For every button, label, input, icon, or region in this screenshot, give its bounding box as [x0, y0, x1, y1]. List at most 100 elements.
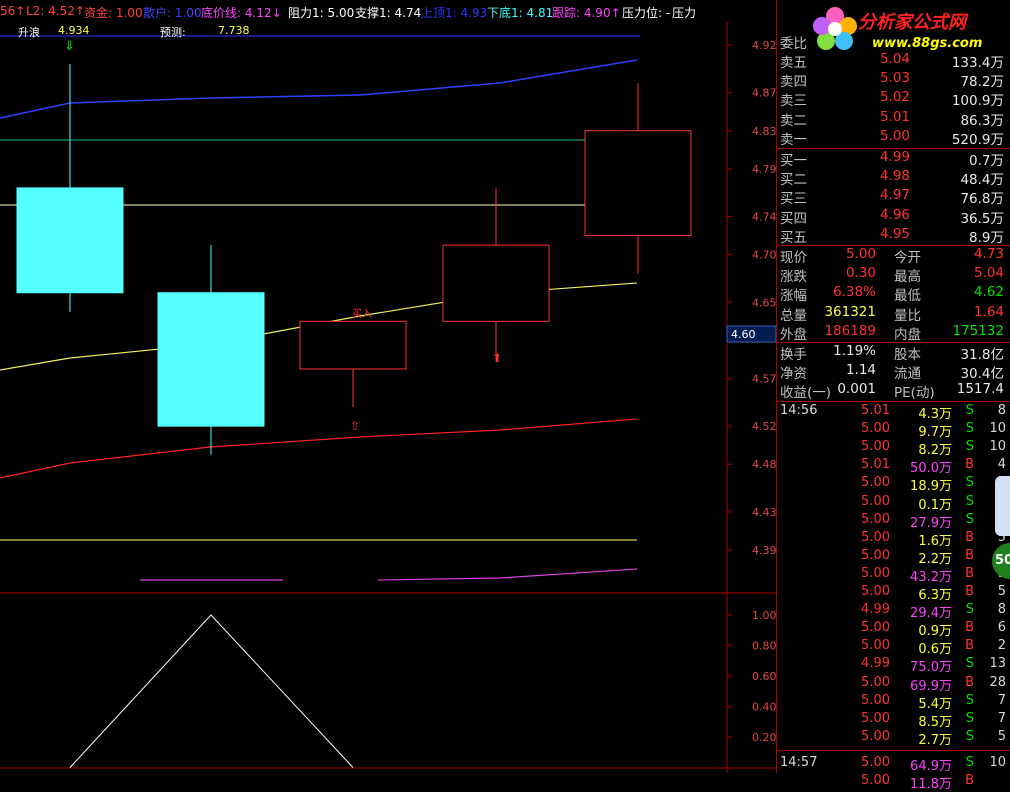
- price-tick-label: 4.74: [752, 211, 776, 224]
- candle-note-label: 买入: [352, 308, 372, 320]
- oscillator-line: [69, 614, 354, 768]
- indicator-item: 压力: [672, 6, 697, 20]
- stat-row: 涨幅 6.38% 最低 4.62: [780, 284, 1004, 305]
- row-volume: 86.3万: [960, 112, 1004, 129]
- indicator-item: 资金: 1.00: [84, 6, 143, 20]
- indicator-item: 56↑: [0, 4, 26, 18]
- price-tick-label: 4.43: [752, 506, 776, 519]
- row-volume: 78.2万: [960, 74, 1004, 91]
- row-label: 卖四: [780, 74, 807, 91]
- bid-row: 买三 4.97 76.8万: [776, 187, 1008, 207]
- tick-row: 4.99 75.0万 S 13: [861, 656, 1006, 676]
- candles-group: [16, 64, 692, 455]
- osc-tick-label: 0.20: [752, 731, 776, 744]
- row-price: 4.96: [879, 206, 910, 223]
- row-label: 卖二: [780, 112, 807, 129]
- stat-row: 外盘 186189 内盘 175132: [780, 322, 1004, 343]
- tick-row: 5.0027.9万S5: [861, 511, 1006, 531]
- row-volume: 36.5万: [960, 210, 1004, 227]
- row-label: 买四: [780, 210, 807, 227]
- tick-row: 14:57 5.00 64.9万 S 10: [780, 754, 1006, 774]
- tick-row: 5.00 0.6万 B 2: [861, 638, 1006, 658]
- ask-row: 卖二 5.01 86.3万: [776, 109, 1008, 129]
- stat-row: 总量 361321 量比 1.64: [780, 303, 1004, 324]
- osc-tick-label: 1.00: [752, 609, 776, 622]
- bid-row: 买四 4.96 36.5万: [776, 206, 1008, 227]
- row-label: 买一: [780, 153, 807, 169]
- fundamental-row: 收益(一) 0.001 PE(动) 1517.4: [780, 381, 1004, 402]
- row-price: 4.98: [879, 168, 910, 185]
- price-tick-label: 4.92: [752, 39, 776, 52]
- row-price: 5.02: [879, 89, 910, 106]
- row-volume: 100.9万: [951, 93, 1004, 110]
- indicator-item: 压力位: -: [622, 6, 671, 20]
- indicator-header: 56↑ L2: 4.52↑ 资金: 1.00 散户: 1.00 底价线: 4.12↓ 阻力…: [0, 0, 776, 22]
- tick-row: 5.01 50.0万 B 4: [861, 457, 1006, 477]
- row-price: 5.00: [879, 127, 910, 144]
- row-label: 卖一: [780, 131, 807, 148]
- indicator-item: 下底1: 4.81: [487, 6, 554, 20]
- indicator-item: L2: 4.52↑: [26, 4, 85, 18]
- row-price: 4.95: [879, 225, 910, 242]
- side-scroll-widget[interactable]: [995, 476, 1010, 536]
- tick-row: 5.00 8.5万 S 7: [861, 710, 1006, 730]
- tick-row: 5.00 8.2万 S 10: [861, 439, 1006, 459]
- logo-url: www.88gs.com: [872, 36, 983, 51]
- price-axis-ticks: 4.92 4.87 4.83 4.79 4.74 4.70 4.65 4.57 4.52 4.48…: [727, 39, 776, 557]
- site-logo: 分析家公式网 www.88gs.com: [806, 2, 1010, 58]
- tick-row: 4.99 29.4万 S 8: [861, 602, 1006, 622]
- indicator-item: 阻力1: 5.00: [288, 6, 355, 20]
- ask-row: 卖四 5.03 78.2万: [776, 70, 1008, 91]
- tick-row: 5.00 0.9万 B 6: [861, 620, 1006, 640]
- tick-row: 5.002.2万B5: [861, 547, 1006, 567]
- oscillator-axis-ticks: 1.00 0.80 0.60 0.40 0.20: [727, 609, 776, 744]
- quote-panel: 委比 卖五 5.04 133.4万 卖四 5.03 78.2万 卖三 5.02 100.9万 卖二…: [776, 0, 1010, 792]
- candle-body: [442, 244, 550, 322]
- bid-row: 买五 4.95 8.9万: [776, 225, 1008, 246]
- row-volume: 0.7万: [969, 153, 1004, 169]
- price-tick-label: 4.52: [752, 420, 776, 433]
- indicator-item: 上顶1: 4.93: [421, 6, 488, 20]
- tick-row: 5.0043.2万B5: [861, 565, 1006, 585]
- bid-row: 买二 4.98 48.4万: [776, 168, 1008, 189]
- stat-row: 涨跌 0.30 最高 5.04: [780, 265, 1004, 286]
- tick-row: 5.00 5.4万 S 7: [861, 692, 1006, 712]
- up-arrow-solid-icon: ⬆: [492, 351, 502, 365]
- up-arrow-outline-icon: ⇧: [350, 419, 360, 433]
- cursor-price-text: 4.60: [731, 328, 756, 341]
- indicator-sub-item: 7.738: [218, 24, 250, 37]
- price-tick-label: 4.70: [752, 249, 776, 262]
- bid-row: 买一 4.99 0.7万: [776, 149, 1008, 169]
- fundamental-row: 换手 1.19% 股本 31.8亿: [780, 343, 1004, 363]
- stat-row: 现价 5.00 今开 4.73: [780, 246, 1004, 266]
- row-volume: 48.4万: [960, 172, 1004, 189]
- row-label: 卖三: [780, 93, 807, 110]
- candle-body: [157, 292, 265, 427]
- indicator-sub-item: 4.934: [58, 24, 90, 37]
- order-ratio-label: 委比: [780, 36, 807, 52]
- magenta-line-2: [377, 568, 638, 581]
- indicator-sub-item: 预测:: [160, 26, 186, 39]
- candlestick-chart[interactable]: 4.92 4.87 4.83 4.79 4.74 4.70 4.65 4.57 4.52 4.48…: [0, 0, 776, 773]
- indicator-item: 散户: 1.00: [143, 6, 202, 20]
- price-tick-label: 4.57: [752, 372, 776, 385]
- price-tick-label: 4.87: [752, 87, 776, 100]
- logo-title: 分析家公式网: [858, 12, 966, 33]
- tick-row: 5.00 6.3万 B 5: [861, 584, 1006, 603]
- row-volume: 520.9万: [951, 131, 1004, 148]
- tick-row: 14:56 5.01 4.3万 S 8: [780, 403, 1006, 422]
- buy-signal-icon: ⇓: [64, 39, 75, 54]
- price-tick-label: 4.39: [752, 544, 776, 557]
- upper-band-blue: [0, 59, 638, 119]
- candle-body: [584, 130, 692, 237]
- osc-tick-label: 0.80: [752, 640, 776, 653]
- tick-row: 5.000.1万S5: [861, 493, 1006, 513]
- candle-body: [299, 320, 407, 370]
- candle-body: [16, 187, 124, 294]
- indicator-item: 跟踪: 4.90↑: [552, 6, 621, 20]
- indicator-sub-item: 升浪: [18, 26, 40, 39]
- osc-tick-label: 0.40: [752, 701, 776, 714]
- row-volume: 8.9万: [969, 229, 1004, 246]
- indicator-item: 底价线: 4.12↓: [201, 6, 282, 20]
- tick-row: 5.00 11.8万 B: [861, 773, 974, 792]
